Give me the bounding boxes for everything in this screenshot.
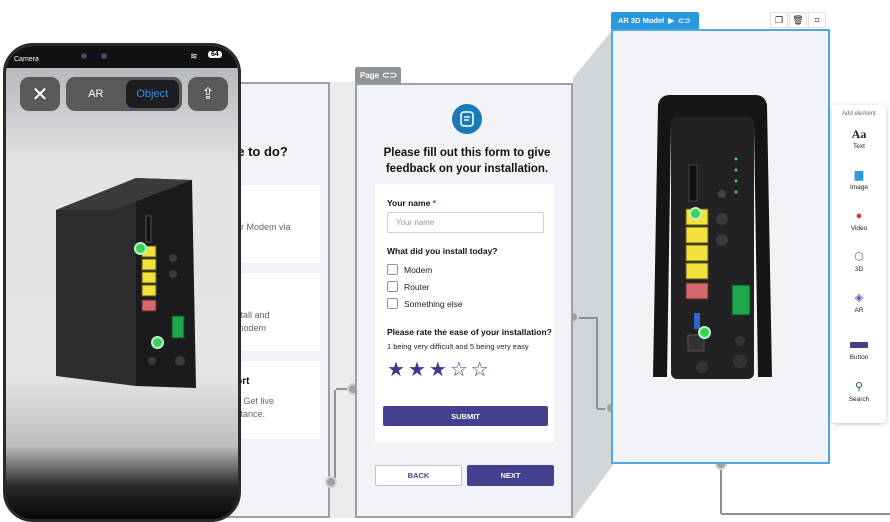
ar-model-tab-label: AR 3D Model [618,16,665,25]
name-field-label: Your name * [387,198,436,208]
image-icon: ▆ [854,169,864,181]
hotspot-marker[interactable] [689,207,702,220]
phone-mockup: Camera ≋ 64 ✕ AR Object ⇪ [3,43,241,522]
palette-item-label: Video [850,225,868,232]
palette-item-label: Text [853,143,865,150]
ar-model-tab[interactable]: AR 3D Model ▶ ⊂⊃ [611,12,699,29]
palette-item-search[interactable]: ⚲ Search [832,381,886,403]
checkbox-label: Something else [404,298,463,309]
form-icon [452,104,482,134]
connector-line [334,390,336,482]
option-card-text: stall and [236,310,270,320]
share-icon: ⇪ [201,86,215,103]
palette-item-label: Button [849,354,869,361]
star-filled-icon[interactable]: ★ [387,360,405,380]
connector-handle[interactable] [325,476,337,488]
checkbox[interactable] [387,281,398,292]
status-camera-label: Camera [14,56,39,63]
submit-button[interactable]: SUBMIT [383,406,548,426]
name-input[interactable]: Your name [387,212,544,233]
checkbox-option-router[interactable]: Router [387,281,430,292]
router-3d-model[interactable] [650,95,775,385]
status-bar: Camera ≋ 64 [6,46,238,68]
hotspot-marker[interactable] [151,336,164,349]
button-icon [832,339,886,351]
crop-icon[interactable]: ⌗ [808,12,826,28]
palette-item-ar[interactable]: ◈ AR [832,292,886,314]
wifi-icon: ≋ [190,51,198,61]
checkbox-label: Modem [404,264,433,275]
ar-icon: ◈ [854,292,864,304]
share-button[interactable]: ⇪ [188,77,228,111]
page-tab[interactable]: Page ⊂⊃ [355,67,401,84]
connector-line [596,317,598,409]
option-card-text: ? Get live [236,396,275,406]
palette-item-label: Search [848,396,870,403]
text-icon: Aa [851,127,867,141]
mode-switch[interactable]: AR Object [66,77,182,111]
connector-line [721,513,890,515]
battery-indicator: 64 [208,51,222,58]
star-filled-icon[interactable]: ★ [429,360,447,380]
canvas: ke to do? ur Modem via e stall and modem… [0,0,890,522]
mode-object[interactable]: Object [125,80,179,108]
rating-hint: 1 being very difficult and 5 being very … [387,342,529,351]
required-mark: * [432,198,436,208]
router-3d-model[interactable] [54,176,204,391]
checkbox[interactable] [387,264,398,275]
checkbox[interactable] [387,298,398,309]
star-filled-icon[interactable]: ★ [408,360,426,380]
trash-icon[interactable]: 🗑 [789,12,807,28]
close-button[interactable]: ✕ [20,77,60,111]
palette-item-label: Image [849,184,869,191]
palette-item-3d[interactable]: ⬡ 3D [832,251,886,273]
camera-icon [81,53,87,59]
checkbox-option-modem[interactable]: Modem [387,264,432,275]
search-icon: ⚲ [854,381,864,393]
close-icon: ✕ [31,83,49,106]
connector-line [720,470,722,514]
back-button[interactable]: BACK [375,465,462,486]
star-empty-icon[interactable]: ☆ [471,360,489,380]
link-icon: ⊂⊃ [678,16,691,25]
palette-title: Add element [842,111,876,117]
add-element-palette: Add element Aa Text ▆ Image ● Video ⬡ 3D… [832,105,886,423]
play-icon: ▶ [668,16,675,25]
install-question: What did you install today? [387,246,498,256]
3d-icon: ⬡ [854,251,864,263]
connector-line [578,317,597,319]
name-label-text: Your name [387,198,431,208]
palette-item-button[interactable]: Button [832,339,886,361]
link-icon: ⊂⊃ [382,70,398,80]
next-button[interactable]: NEXT [467,465,554,486]
ar-viewer-toolbar: ✕ AR Object ⇪ [20,76,228,112]
star-empty-icon[interactable]: ☆ [450,360,468,380]
hotspot-marker[interactable] [698,326,711,339]
video-icon: ● [855,210,863,222]
copy-icon[interactable]: ❐ [770,12,788,28]
palette-item-text[interactable]: Aa Text [832,128,886,150]
checkbox-label: Router [404,281,430,292]
hotspot-marker[interactable] [134,242,147,255]
palette-item-video[interactable]: ● Video [832,210,886,232]
palette-item-image[interactable]: ▆ Image [832,169,886,191]
form-heading: Please fill out this form to give feedba… [383,147,551,175]
mode-ar[interactable]: AR [69,80,123,108]
star-rating[interactable]: ★ ★ ★ ☆ ☆ [387,360,489,380]
page-tab-label: Page [360,71,380,80]
camera-icon [101,53,107,59]
palette-item-label: 3D [854,266,864,273]
name-input-placeholder: Your name [396,218,435,227]
option-card-text: ur Modem via [236,222,291,232]
connection-shade-right [573,29,613,519]
ar-toolbar: ❐ 🗑 ⌗ [770,12,826,28]
rating-question: Please rate the ease of your installatio… [387,327,552,337]
checkbox-option-something-else[interactable]: Something else [387,298,463,309]
palette-item-label: AR [854,307,864,314]
